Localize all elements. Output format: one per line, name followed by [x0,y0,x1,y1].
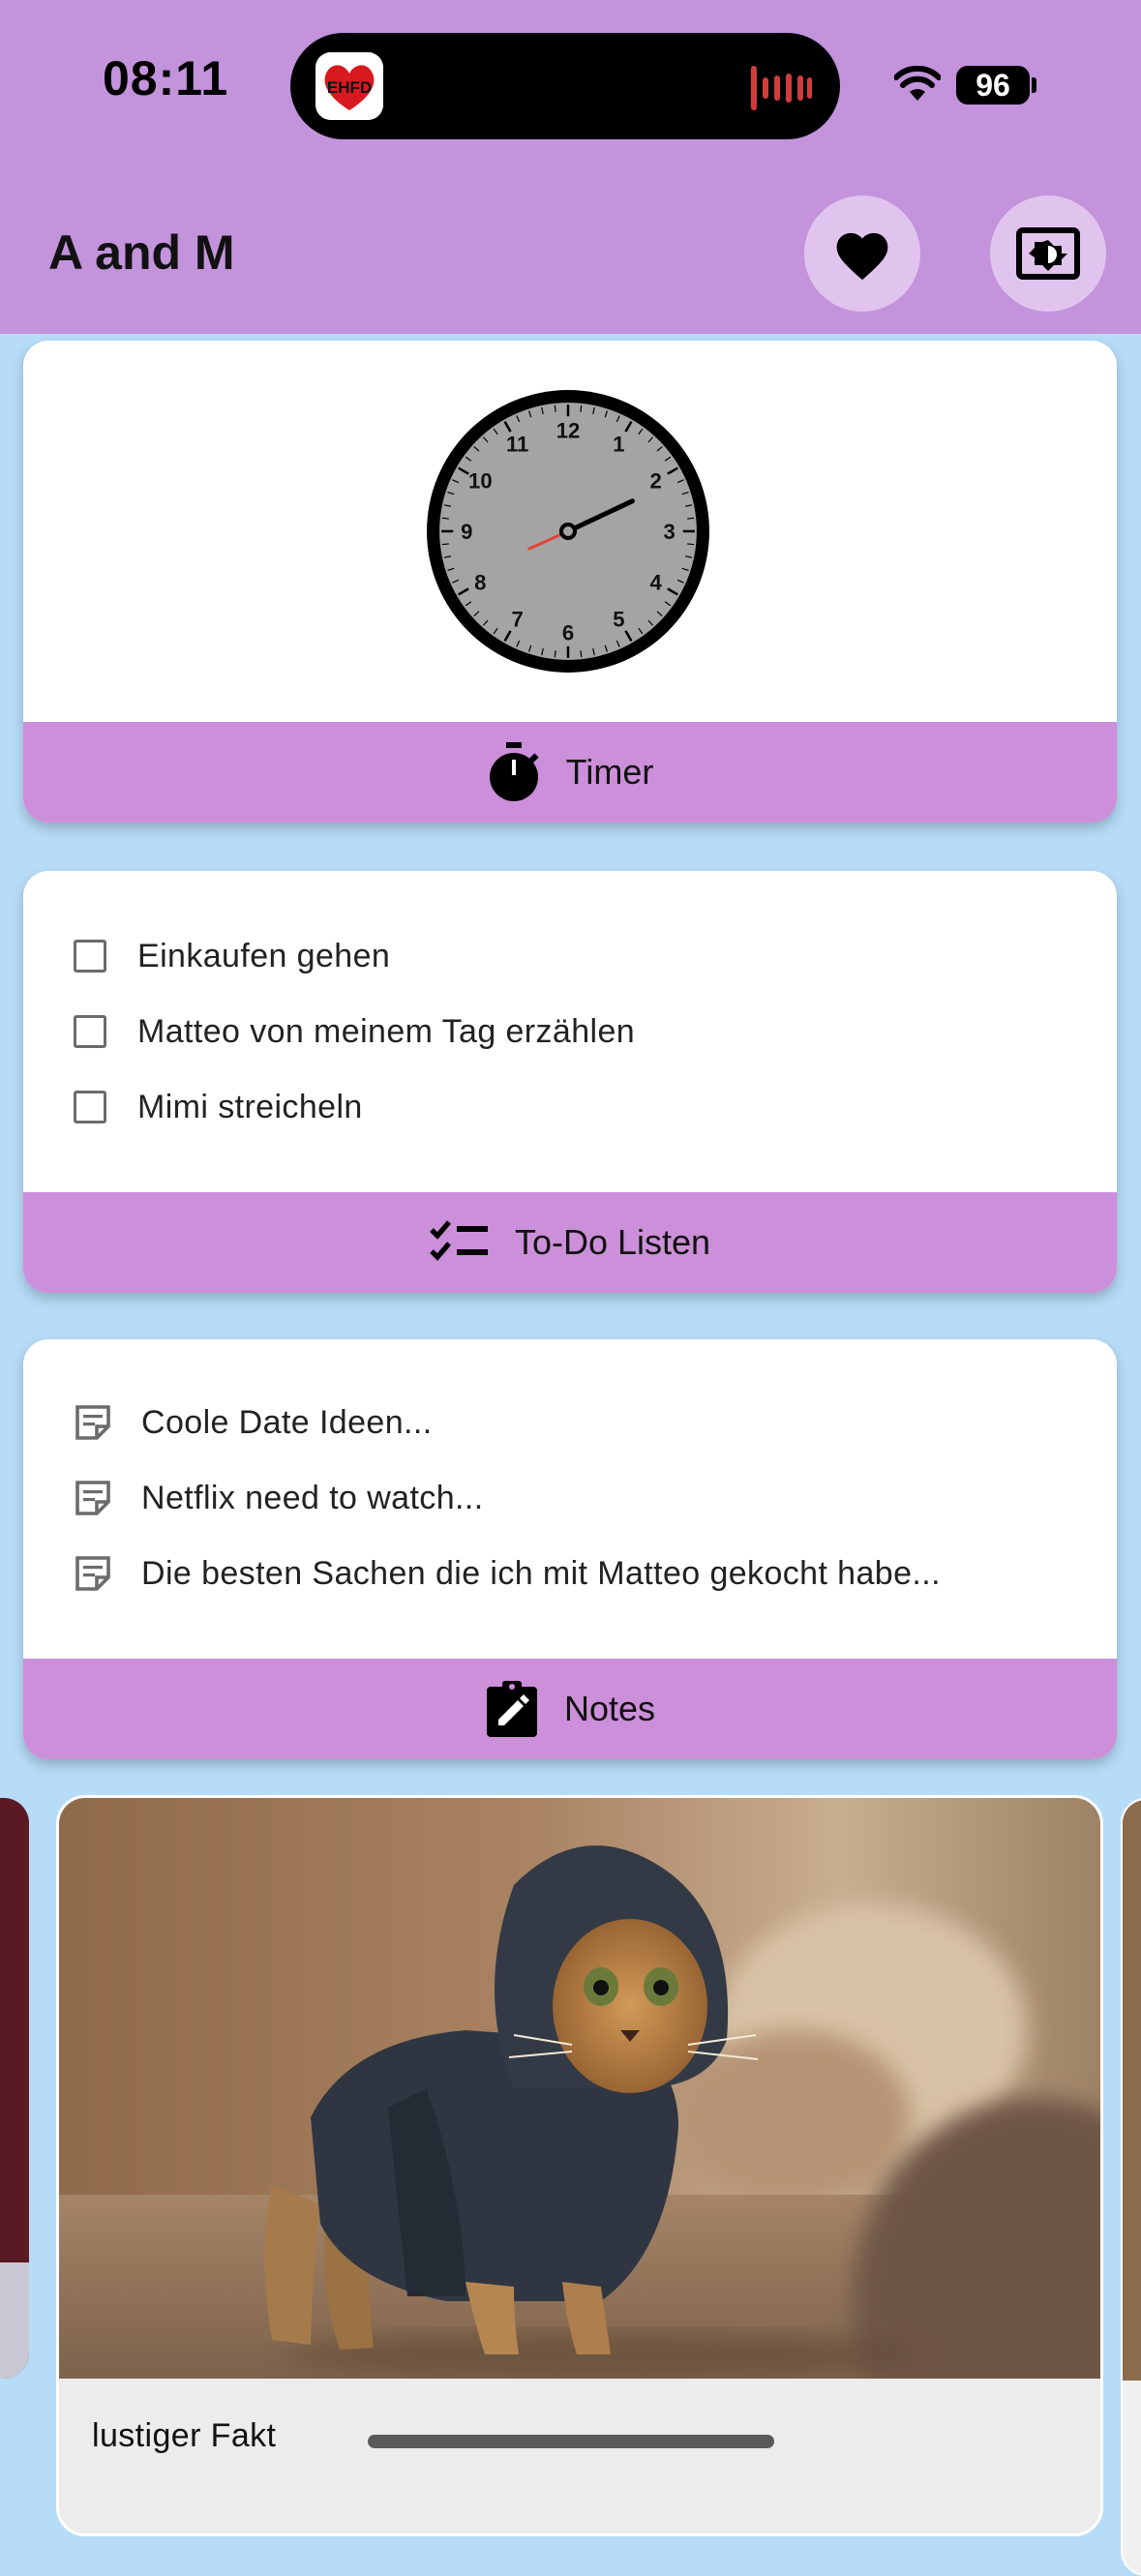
clock-tick [580,404,583,412]
note-item[interactable]: Die besten Sachen die ich mit Matteo gek… [74,1544,941,1603]
favorites-button[interactable] [804,195,920,312]
todo-checkbox[interactable] [74,940,106,973]
clock-number: 9 [461,520,472,544]
checklist-icon [430,1220,488,1261]
todo-item-label: Einkaufen gehen [137,937,391,974]
clock-center [558,522,578,541]
todo-item[interactable]: Einkaufen gehen [74,927,390,985]
clock-number: 10 [468,469,493,494]
heart-icon [836,232,888,281]
clock-number: 6 [562,621,574,645]
clock-number: 4 [650,570,663,594]
clock-number: 7 [511,608,523,632]
timer-label: Timer [565,752,654,792]
home-indicator[interactable] [368,2435,774,2448]
wifi-icon [894,66,941,101]
clock-tick [441,543,449,546]
carousel-next-card[interactable] [1121,1798,1141,2576]
note-title: Netflix need to watch... [141,1479,484,1516]
timer-button[interactable]: Timer [23,722,1117,823]
clock-tick [687,517,695,520]
island-app-icon[interactable]: EHFD [315,52,383,120]
notes-button[interactable]: Notes [23,1659,1117,1759]
clock-tick [580,650,583,658]
battery-indicator: 96 [956,66,1030,105]
clock-tick [441,517,449,520]
timer-card[interactable]: 12 1 2 3 4 5 6 7 8 9 10 11 Timer [23,341,1117,823]
clock-number: 11 [506,432,528,456]
battery-tip [1032,77,1036,93]
todo-item-label: Matteo von meinem Tag erzählen [137,1012,636,1050]
assignment-edit-icon [486,1681,537,1737]
status-time: 08:11 [103,51,229,105]
clock-number: 3 [664,520,676,544]
fun-fact-caption: lustiger Fakt [92,2417,277,2454]
note-icon [75,1405,110,1440]
carousel-prev-card[interactable] [0,1798,29,2379]
stopwatch-icon [489,742,539,801]
audio-waveform-icon [751,66,812,110]
todo-item-label: Mimi streicheln [137,1088,363,1125]
clock-number: 5 [613,608,624,632]
todo-card[interactable]: Einkaufen gehen Matteo von meinem Tag er… [23,871,1117,1293]
analog-clock: 121234567891011 [427,390,709,673]
todo-item[interactable]: Mimi streicheln [74,1078,363,1136]
note-icon [75,1556,110,1591]
todo-item[interactable]: Matteo von meinem Tag erzählen [74,1003,635,1061]
clock-number: 1 [613,432,624,456]
cat-in-hoodie-photo [59,1798,1100,2379]
clock-number: 2 [650,469,662,494]
note-item[interactable]: Netflix need to watch... [74,1469,484,1527]
todo-checkbox[interactable] [74,1015,106,1048]
fun-fact-card[interactable]: lustiger Fakt [56,1795,1103,2536]
notes-card[interactable]: Coole Date Ideen... Netflix need to watc… [23,1339,1117,1759]
note-icon [75,1481,110,1515]
clock-number: 12 [556,418,581,442]
note-title: Coole Date Ideen... [141,1403,433,1441]
dynamic-island[interactable]: EHFD [290,33,840,139]
todo-lists-button[interactable]: To-Do Listen [23,1192,1117,1293]
notes-label: Notes [563,1689,656,1728]
clock-tick [687,543,695,546]
todo-checkbox[interactable] [74,1091,106,1123]
page-title: A and M [48,225,235,280]
todo-lists-label: To-Do Listen [514,1222,711,1262]
note-title: Die besten Sachen die ich mit Matteo gek… [141,1554,941,1592]
clock-number: 8 [474,570,486,594]
brightness-toggle-icon [1016,227,1080,280]
note-item[interactable]: Coole Date Ideen... [74,1393,433,1452]
island-app-label: EHFD [327,78,372,97]
theme-toggle-button[interactable] [990,195,1106,312]
